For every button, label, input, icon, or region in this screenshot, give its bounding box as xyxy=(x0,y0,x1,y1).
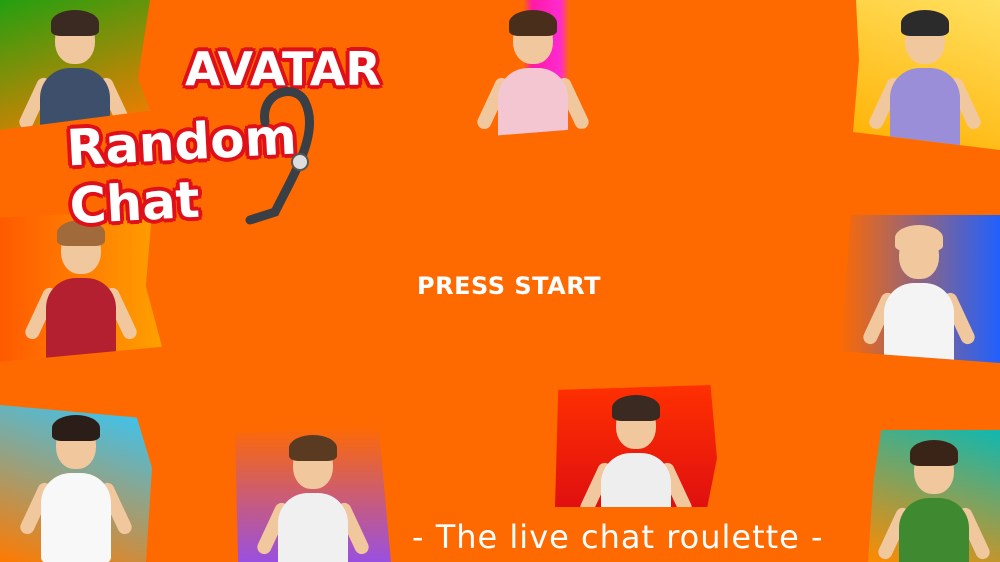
avatar-shirt xyxy=(41,473,111,562)
avatar-panel-bottom-right xyxy=(868,430,1000,562)
avatar-figure xyxy=(18,411,134,562)
avatar-figure xyxy=(867,6,983,150)
game-logo: AVATAR Random Chat xyxy=(60,42,430,235)
avatar-hair xyxy=(895,225,943,251)
avatar-shirt xyxy=(278,493,348,562)
avatar-figure xyxy=(876,436,992,562)
avatar-panel-bottom-center-left xyxy=(235,425,391,562)
headset-icon xyxy=(245,87,314,225)
avatar-hair xyxy=(51,10,99,36)
avatar-hair xyxy=(52,415,100,441)
avatar-panel-bottom-center-right xyxy=(555,385,717,507)
avatar-shirt xyxy=(497,68,568,140)
press-start-prompt[interactable]: PRESS START xyxy=(0,272,1000,300)
tagline: - The live chat roulette - xyxy=(412,518,824,556)
avatar-hair xyxy=(508,10,557,36)
avatar-hair xyxy=(612,395,660,421)
avatar-shirt xyxy=(890,68,960,150)
avatar-figure xyxy=(578,391,694,507)
avatar-panel-bottom-left xyxy=(0,405,152,562)
avatar-hair xyxy=(910,440,958,466)
avatar-hair xyxy=(289,435,337,461)
avatar-figure xyxy=(474,6,591,140)
avatar-hair xyxy=(901,10,949,36)
avatar-panel-top-right xyxy=(853,0,1000,150)
avatar-shirt xyxy=(601,453,671,507)
avatar-shirt xyxy=(899,498,969,562)
avatar-panel-top-center xyxy=(440,0,625,140)
avatar-figure xyxy=(255,431,371,562)
